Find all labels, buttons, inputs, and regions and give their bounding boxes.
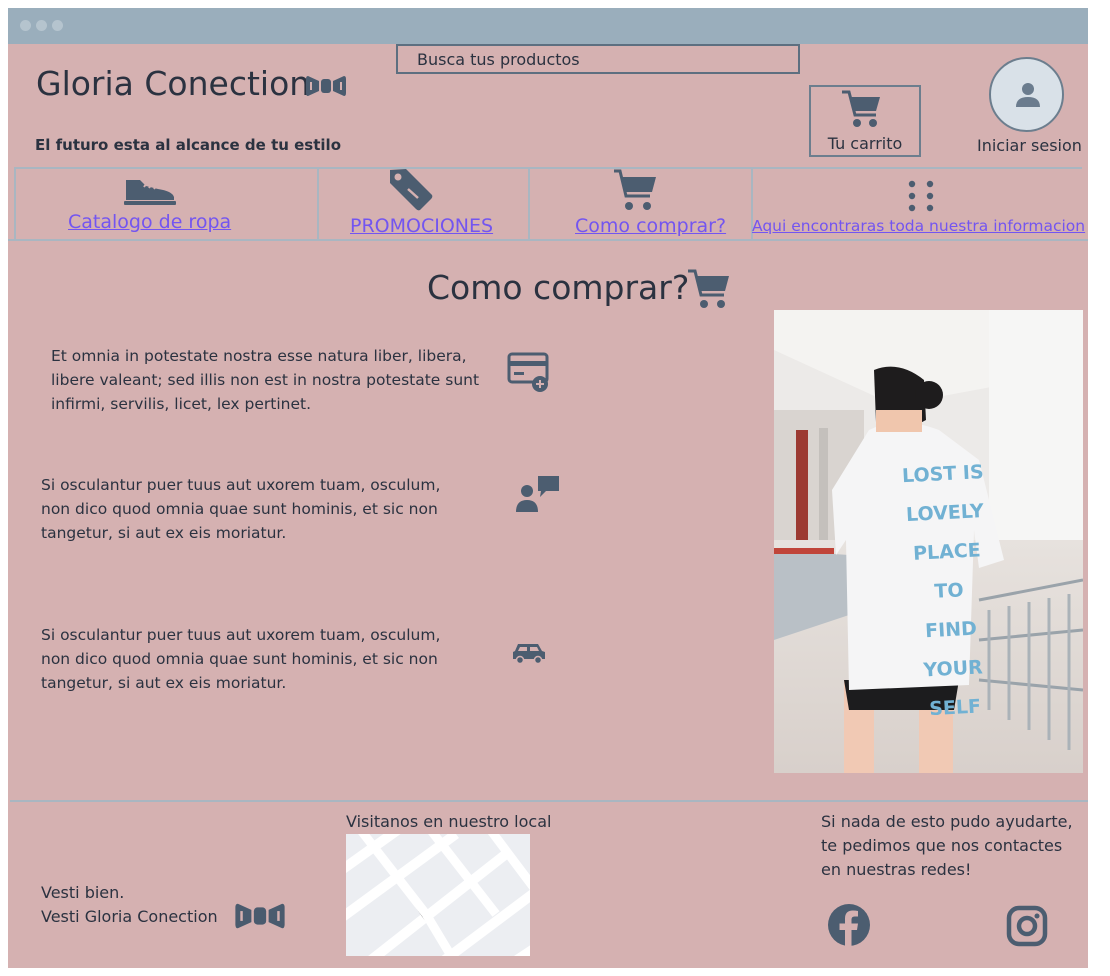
footer-divider <box>10 800 1088 802</box>
nav-divider <box>317 168 319 240</box>
user-icon <box>1016 83 1040 107</box>
tagline: El futuro esta al alcance de tu estilo <box>35 136 341 154</box>
product-photo: LOST IS LOVELY PLACE TO FIND YOUR SELF <box>774 310 1083 773</box>
bowtie-logo-icon <box>306 76 346 96</box>
footer-slogan: Vesti bien. Vesti Gloria Conection <box>41 881 218 929</box>
nav-link-informacion[interactable]: Aqui encontraras toda nuestra informacio… <box>752 217 1085 235</box>
slogan-line-2: Vesti Gloria Conection <box>41 907 218 926</box>
step-text-2: Si osculantur puer tuus aut uxorem tuam,… <box>41 476 441 542</box>
login-link[interactable]: Iniciar sesion <box>977 136 1082 155</box>
step-text-1: Et omnia in potestate nostra esse natura… <box>51 347 480 413</box>
browser-window: Gloria Conection El futuro esta al alcan… <box>8 8 1088 968</box>
shirt-text-3: PLACE TO <box>912 539 982 603</box>
shirt-text-1: LOST IS <box>901 461 985 488</box>
nav-top-divider <box>14 167 1082 169</box>
window-titlebar <box>8 8 1088 44</box>
cart-icon <box>688 269 729 308</box>
visit-label: Visitanos en nuestro local <box>346 812 552 831</box>
nav-divider <box>528 168 530 240</box>
cart-icon <box>842 90 880 127</box>
cart-icon <box>614 169 656 210</box>
shoe-icon <box>124 180 176 205</box>
window-close-dot[interactable] <box>20 20 31 31</box>
car-icon <box>513 644 545 664</box>
person-chat-icon <box>516 476 559 512</box>
store-map[interactable] <box>346 834 530 956</box>
nav-bottom-divider <box>8 239 1088 241</box>
shirt-text-5: SELF <box>928 695 982 721</box>
brand-name: Gloria Conection <box>36 64 311 103</box>
step-text-3: Si osculantur puer tuus aut uxorem tuam,… <box>41 626 441 692</box>
slogan-line-1: Vesti bien. <box>41 883 125 902</box>
page-title: Como comprar? <box>427 268 690 307</box>
facebook-icon[interactable] <box>827 903 871 947</box>
nav-divider <box>14 168 16 240</box>
avatar[interactable] <box>989 57 1064 132</box>
window-maximize-dot[interactable] <box>52 20 63 31</box>
nav-link-como-comprar[interactable]: Como comprar? <box>575 215 726 237</box>
cart-button[interactable]: Tu carrito <box>809 85 921 157</box>
instagram-icon[interactable] <box>1006 905 1048 947</box>
search-input[interactable] <box>396 44 800 74</box>
nav-link-promociones[interactable]: PROMOCIONES <box>350 215 493 237</box>
contact-text: Si nada de esto pudo ayudarte, te pedimo… <box>821 812 1073 879</box>
dots-grid-icon <box>908 180 934 212</box>
cart-label: Tu carrito <box>827 134 903 153</box>
tag-icon <box>390 169 433 211</box>
shirt-text-4: FIND YOUR <box>922 617 984 682</box>
add-card-icon <box>507 352 549 392</box>
nav-link-catalogo[interactable]: Catalogo de ropa <box>68 211 231 233</box>
window-minimize-dot[interactable] <box>36 20 47 31</box>
bowtie-logo-icon <box>235 903 285 929</box>
shirt-text-2: LOVELY <box>905 500 985 527</box>
